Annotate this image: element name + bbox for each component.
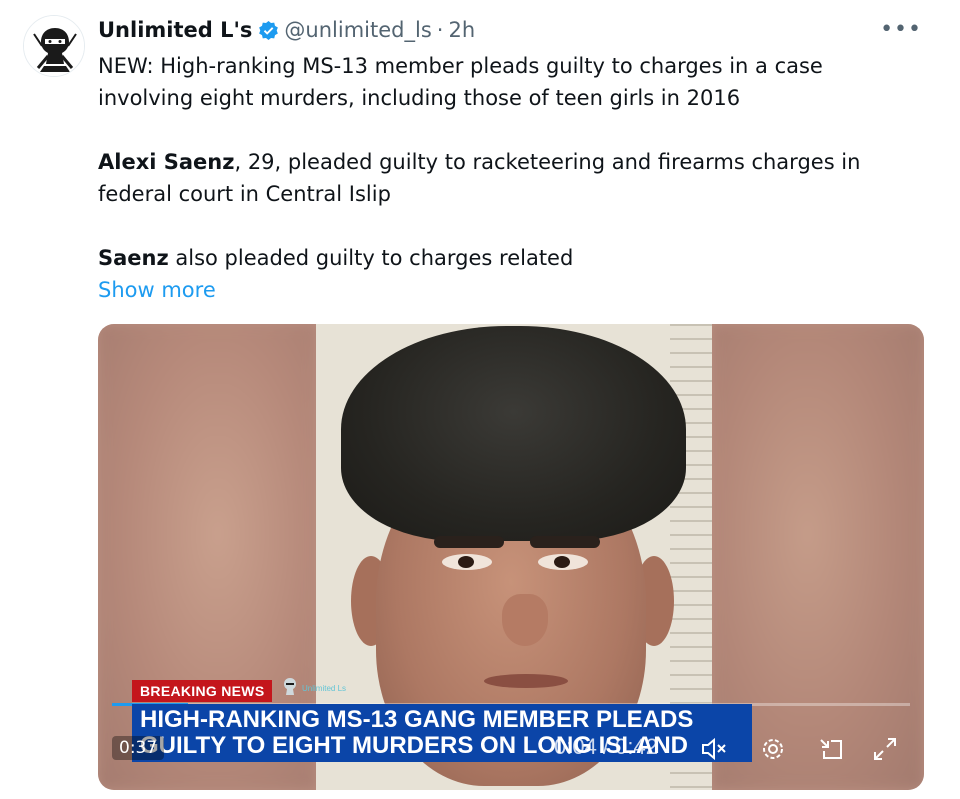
tweet-header: Unlimited L's @unlimited_ls · 2h (98, 13, 475, 47)
author-handle[interactable]: @unlimited_ls (284, 18, 431, 42)
tweet: Unlimited L's @unlimited_ls · 2h ••• NEW… (0, 0, 960, 799)
tweet-paragraph-1: NEW: High-ranking MS-13 member pleads gu… (98, 54, 823, 110)
news-headline-banner: HIGH-RANKING MS-13 GANG MEMBER PLEADS GU… (132, 704, 752, 762)
separator-dot: · (436, 18, 444, 42)
tweet-timestamp[interactable]: 2h (448, 18, 475, 42)
fullscreen-icon[interactable] (870, 734, 900, 764)
tweet-paragraph-3: Saenz also pleaded guilty to charges rel… (98, 242, 898, 274)
watermark-logo: Unlimited Ls (280, 676, 350, 698)
nose (502, 594, 548, 646)
more-options-icon[interactable]: ••• (880, 17, 922, 42)
eyebrow-left (434, 536, 504, 548)
mouth (484, 674, 568, 688)
eye-right (538, 554, 588, 570)
eyebrow-right (530, 536, 600, 548)
picture-in-picture-icon[interactable] (816, 734, 846, 764)
settings-icon[interactable] (758, 734, 788, 764)
tweet-text: NEW: High-ranking MS-13 member pleads gu… (98, 50, 898, 306)
ninja-avatar-icon (24, 16, 84, 76)
author-name[interactable]: Unlimited L's (98, 18, 252, 42)
eye-left (442, 554, 492, 570)
video-player[interactable]: BREAKING NEWS Unlimited Ls HIGH-RANKING … (98, 324, 924, 790)
verified-badge-icon[interactable] (258, 20, 279, 41)
tweet-paragraph-2: Alexi Saenz, 29, pleaded guilty to racke… (98, 146, 898, 210)
breaking-news-label: BREAKING NEWS (132, 680, 273, 702)
hair (341, 326, 686, 541)
paragraph-3-text: also pleaded guilty to charges related (168, 246, 574, 270)
mute-icon[interactable] (698, 734, 728, 764)
bold-name: Saenz (98, 246, 169, 270)
show-more-link[interactable]: Show more (98, 274, 216, 306)
avatar[interactable] (23, 15, 85, 77)
video-remaining-time: 0:37 (112, 736, 165, 760)
video-time-display: 0:04 / 0:42 (554, 734, 658, 759)
ninja-watermark-icon (284, 678, 296, 695)
bold-name: Alexi Saenz (98, 150, 235, 174)
headline-line-1: HIGH-RANKING MS-13 GANG MEMBER PLEADS (140, 706, 694, 733)
watermark-text: Unlimited Ls (302, 684, 347, 693)
